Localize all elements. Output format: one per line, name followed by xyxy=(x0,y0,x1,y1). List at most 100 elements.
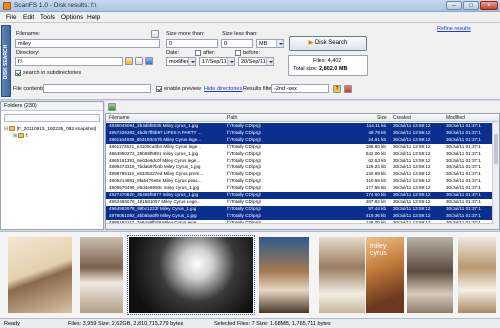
table-row[interactable]: 4952466076_181581057 Miley Cyrus Lege...… xyxy=(106,199,494,206)
table-row[interactable]: 4978081092_4bb5ba0f9 Miley Cyrus_1.jpg f:… xyxy=(106,212,494,220)
menu-tools[interactable]: Tools xyxy=(40,14,55,21)
expand-icon[interactable]: ⊞ xyxy=(13,134,17,139)
thumbnail-strip: miley cyrus xyxy=(0,231,500,318)
drive-icon[interactable] xyxy=(135,57,143,65)
add-directory-icon[interactable] xyxy=(145,57,153,65)
thumbnail-6[interactable]: miley cyrus xyxy=(366,237,404,313)
cell-path: f:\Totally CD\prg\ xyxy=(227,143,261,149)
thumbnail-2[interactable] xyxy=(80,237,123,313)
cell-modified: 30/Jul/11 01:37:1 xyxy=(446,129,481,135)
menu-help[interactable]: Help xyxy=(87,14,100,21)
hide-directories-link[interactable]: Hide directories xyxy=(204,86,242,92)
menu-file[interactable]: File xyxy=(6,14,16,21)
cell-modified: 30/Jul/11 01:37:1 xyxy=(446,150,481,156)
cell-path: f:\Totally CD\prg\ xyxy=(227,192,261,197)
table-row[interactable]: 4865161391_6e03e6dc0f Miley Cyrus lege..… xyxy=(106,158,494,165)
file-contents-input[interactable] xyxy=(43,84,151,93)
vertical-scrollbar[interactable] xyxy=(492,122,499,229)
cell-created: 30/Jul/11 13:59:12 xyxy=(393,178,431,184)
cell-name: 4952466076_181581057 Miley Cyrus Lege... xyxy=(109,198,201,204)
column-created[interactable]: Created xyxy=(393,115,411,121)
table-row[interactable]: 4857226393_4bd07ff8b97 LIFES A PARTY ...… xyxy=(106,129,494,137)
menu-edit[interactable]: Edit xyxy=(23,14,34,21)
search-icon: ▶ xyxy=(308,40,314,46)
thumbnail-5[interactable] xyxy=(319,237,365,313)
size-more-input[interactable]: 0 xyxy=(166,39,218,48)
column-filename[interactable]: Filename xyxy=(109,115,130,121)
cell-modified: 30/Jul/11 01:37:1 xyxy=(446,136,481,142)
table-row[interactable]: 4836049094_2b3dbf8035 Miley cyrus_1.jpg f… xyxy=(106,123,494,130)
table-row[interactable]: 4861172521_e4109ca3b4 Miley Cyrus lege..… xyxy=(106,144,494,151)
browse-folder-icon[interactable] xyxy=(125,57,133,65)
table-row[interactable]: 4861164939_8b3193c57b Miley Cyrus lege..… xyxy=(106,136,494,144)
cell-modified: 30/Jul/11 01:37:1 xyxy=(446,178,481,184)
cell-path: f:\Totally CD\prg\ xyxy=(227,150,261,156)
maximize-button[interactable]: □ xyxy=(463,1,479,10)
help-icon[interactable]: ? xyxy=(333,85,341,93)
directory-input[interactable]: f:\ xyxy=(15,57,123,66)
cell-size: 542.00 kb xyxy=(365,150,386,156)
table-row[interactable]: 4864950272_28b59f5891 miley cyrus_1.jpg f… xyxy=(106,151,494,158)
refine-results-link[interactable]: Refine results xyxy=(437,26,471,32)
expand-icon[interactable]: ⊟ xyxy=(4,127,8,132)
horizontal-scrollbar[interactable] xyxy=(106,223,494,229)
size-unit-select[interactable]: MB xyxy=(256,39,284,48)
results-filter-input[interactable]: -2nd -sex xyxy=(271,84,329,93)
table-row[interactable]: 4905576496_ebd4e6993c miley cyrus_1.jpg f… xyxy=(106,185,494,192)
tree-child[interactable]: ⊞ f: xyxy=(13,133,28,139)
thumbnail-8[interactable] xyxy=(458,237,496,313)
cell-created: 30/Jul/11 13:59:12 xyxy=(393,164,431,170)
select-all-icon[interactable] xyxy=(108,103,116,111)
after-checkbox[interactable] xyxy=(195,50,201,56)
cell-path: f:\Totally CD\prg\ xyxy=(227,123,261,128)
cell-name: 4898785110_e5335327ed Miley Cyrus prem..… xyxy=(109,171,204,177)
before-label: before: xyxy=(243,50,261,56)
enable-preview-checkbox[interactable] xyxy=(156,86,162,92)
cell-path: f:\Totally CD\prg\ xyxy=(227,129,261,135)
cell-size: 419.36 kb xyxy=(365,212,386,218)
before-checkbox[interactable] xyxy=(235,50,241,56)
table-row[interactable]: 4927470820_35465f6877 miley cyrus_1.jpg f… xyxy=(106,192,494,199)
date-label: Date: xyxy=(166,50,180,56)
thumbnail-1[interactable] xyxy=(8,237,72,313)
cell-size: 129.23 kb xyxy=(365,164,386,170)
folder-filter-input[interactable] xyxy=(4,114,100,122)
size-less-input[interactable]: 0 xyxy=(221,39,253,48)
search-panel: DISK SEARCH Refine results Filename: mil… xyxy=(0,23,500,100)
thumbnail-3[interactable] xyxy=(127,235,255,315)
cell-modified: 30/Jul/11 01:37:1 xyxy=(446,171,481,177)
menu-options[interactable]: Options xyxy=(61,14,83,21)
window-title: ScanFS 1.0 - Disk results: f:\ xyxy=(14,2,97,9)
thumbnail-4[interactable] xyxy=(259,237,309,313)
cell-size: 97.44 kb xyxy=(368,205,386,211)
cell-name: 4836049094_2b3dbf8035 Miley cyrus_1.jpg xyxy=(109,123,199,128)
folders-header: Folders (230) xyxy=(1,102,103,111)
table-row[interactable]: 4898785110_e5335327ed Miley Cyrus prem..… xyxy=(106,171,494,178)
table-row[interactable]: 4905214881_9fa5476e6e Miley Cyrus peac..… xyxy=(106,178,494,185)
subdirectories-checkbox[interactable] xyxy=(15,70,21,76)
table-row[interactable]: 4896473316_7bdab97b4b Miley Cyrus_1.jpg f… xyxy=(106,164,494,171)
column-path[interactable]: Path xyxy=(227,115,237,121)
cell-modified: 30/Jul/11 01:37:1 xyxy=(446,192,481,197)
date-mode-select[interactable]: modified xyxy=(166,57,196,66)
column-size[interactable]: Size xyxy=(377,115,387,121)
scroll-thumb[interactable] xyxy=(494,134,498,164)
close-button[interactable]: × xyxy=(480,1,498,10)
thumbnail-caption: miley cyrus xyxy=(370,243,387,257)
cell-modified: 30/Jul/11 01:37:1 xyxy=(446,143,481,149)
date-before-picker[interactable]: 20/Sep/11 xyxy=(238,57,274,66)
clear-filter-icon[interactable] xyxy=(344,85,352,93)
cell-created: 30/Jul/11 13:59:12 xyxy=(393,123,431,128)
thumbnail-7[interactable] xyxy=(407,237,453,313)
table-row[interactable]: 4964582678_98bc1223f Miley Cyrus_1.jpg f:… xyxy=(106,205,494,213)
filename-options-button[interactable] xyxy=(151,30,159,38)
disk-search-button[interactable]: ▶ Disk Search xyxy=(289,36,367,51)
filename-input[interactable]: miley xyxy=(15,39,160,48)
date-after-picker[interactable]: 17/Sep/11 xyxy=(199,57,235,66)
tree-root[interactable]: ⊟ [F_20110915_192235_082.snapshot] xyxy=(4,126,102,132)
enable-preview-label: enable preview xyxy=(164,86,201,92)
disk-search-tab[interactable]: DISK SEARCH xyxy=(1,25,11,97)
column-modified[interactable]: Modified xyxy=(446,115,465,121)
minimize-button[interactable]: – xyxy=(446,1,462,10)
cell-path: f:\Totally CD\prg\ xyxy=(227,212,261,218)
